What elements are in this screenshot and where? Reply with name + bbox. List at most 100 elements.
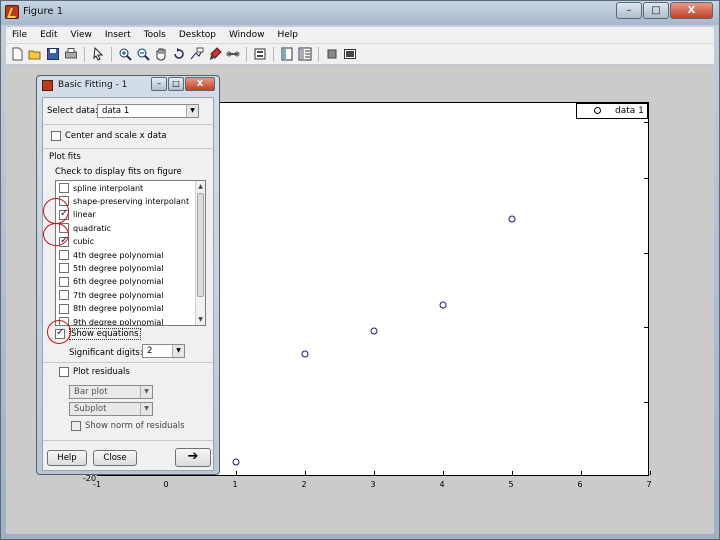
insert-colorbar-icon[interactable] bbox=[253, 47, 267, 61]
fit-option-label: 6th degree polynomial bbox=[73, 277, 164, 287]
legend[interactable]: data 1 bbox=[576, 103, 648, 119]
new-file-icon[interactable] bbox=[10, 47, 24, 61]
open-folder-icon[interactable] bbox=[28, 47, 42, 61]
next-arrow-button[interactable]: ➔ bbox=[175, 448, 211, 467]
menu-insert[interactable]: Insert bbox=[105, 30, 131, 40]
highlight-circle-show-equations bbox=[47, 320, 71, 344]
fit-option-row[interactable]: shape-preserving interpolant bbox=[59, 196, 189, 207]
fit-option-row[interactable]: 6th degree polynomial bbox=[59, 276, 164, 287]
select-data-dropdown[interactable]: data 1 ▼ bbox=[97, 104, 199, 118]
fit-option-row[interactable]: 7th degree polynomial bbox=[59, 290, 164, 301]
menu-edit[interactable]: Edit bbox=[40, 30, 57, 40]
fit-option-checkbox[interactable] bbox=[59, 290, 69, 301]
dialog-title-bar[interactable]: Basic Fitting - 1 – □ X bbox=[37, 76, 219, 95]
y-tick-mark bbox=[644, 327, 648, 329]
pointer-icon[interactable] bbox=[91, 46, 105, 61]
dialog-minimize-button[interactable]: – bbox=[151, 77, 167, 91]
center-scale-checkbox[interactable] bbox=[51, 131, 61, 141]
y-tick-mark bbox=[644, 252, 648, 254]
zoom-in-icon[interactable] bbox=[118, 47, 132, 61]
fit-option-label: 7th degree polynomial bbox=[73, 290, 164, 300]
data-point[interactable] bbox=[232, 458, 240, 466]
fit-option-label: spline interpolant bbox=[73, 183, 144, 193]
help-button[interactable]: Help bbox=[47, 450, 87, 466]
print-icon[interactable] bbox=[64, 47, 78, 61]
significant-digits-dropdown[interactable]: 2 ▼ bbox=[142, 344, 185, 358]
menu-tools[interactable]: Tools bbox=[144, 30, 166, 40]
show-norm-checkbox[interactable] bbox=[71, 421, 81, 431]
show-norm-label: Show norm of residuals bbox=[85, 421, 185, 431]
menu-window[interactable]: Window bbox=[229, 30, 265, 40]
fit-option-row[interactable]: spline interpolant bbox=[59, 183, 143, 193]
x-tick-mark bbox=[305, 471, 306, 475]
show-norm-row[interactable]: Show norm of residuals bbox=[71, 421, 185, 431]
link-icon[interactable] bbox=[226, 47, 240, 61]
fit-option-label: 8th degree polynomial bbox=[73, 304, 164, 314]
pan-hand-icon[interactable] bbox=[154, 47, 168, 61]
scroll-down-icon[interactable]: ▼ bbox=[196, 315, 205, 324]
dialog-title: Basic Fitting - 1 bbox=[58, 80, 128, 90]
menu-help[interactable]: Help bbox=[277, 30, 298, 40]
menu-desktop[interactable]: Desktop bbox=[179, 30, 216, 40]
fit-option-row[interactable]: 8th degree polynomial bbox=[59, 303, 164, 314]
center-scale-label: Center and scale x data bbox=[65, 131, 167, 141]
zoom-out-icon[interactable] bbox=[136, 47, 150, 61]
save-icon[interactable] bbox=[46, 47, 60, 61]
figure-maximize-button[interactable]: □ bbox=[643, 2, 669, 19]
menu-view[interactable]: View bbox=[71, 30, 92, 40]
residual-plot-type-dropdown[interactable]: Bar plot ▼ bbox=[69, 385, 153, 399]
figure-minimize-button[interactable]: – bbox=[616, 2, 642, 19]
fit-option-label: cubic bbox=[73, 237, 95, 247]
fit-option-row[interactable]: 9th degree polynomial bbox=[59, 317, 164, 326]
center-scale-row[interactable]: Center and scale x data bbox=[51, 131, 167, 141]
chevron-down-icon: ▼ bbox=[140, 386, 152, 398]
fit-option-checkbox[interactable] bbox=[59, 303, 69, 314]
fits-scrollbar[interactable]: ▲ ▼ bbox=[195, 181, 205, 325]
data-point[interactable] bbox=[301, 350, 309, 358]
brush-icon[interactable] bbox=[208, 47, 222, 61]
plot-residuals-row[interactable]: Plot residuals bbox=[59, 367, 130, 377]
menu-file[interactable]: File bbox=[12, 30, 27, 40]
toolbar-separator bbox=[318, 46, 319, 62]
chevron-down-icon: ▼ bbox=[140, 403, 152, 415]
rotate-icon[interactable] bbox=[172, 47, 186, 61]
toolbar-separator bbox=[84, 46, 85, 62]
residual-plot-type-value: Bar plot bbox=[74, 387, 108, 397]
scroll-up-icon[interactable]: ▲ bbox=[196, 182, 205, 191]
figure-close-button[interactable]: X bbox=[670, 2, 713, 19]
show-plot-tools-icon[interactable] bbox=[325, 47, 339, 61]
residual-location-dropdown[interactable]: Subplot ▼ bbox=[69, 402, 153, 416]
data-point[interactable] bbox=[508, 215, 516, 223]
fit-option-checkbox[interactable] bbox=[59, 183, 69, 193]
figure-title-bar[interactable]: Figure 1 – □ X bbox=[1, 1, 719, 25]
dialog-body: Select data: data 1 ▼ Center and scale x… bbox=[42, 97, 214, 471]
data-cursor-icon[interactable] bbox=[190, 47, 204, 61]
dialog-maximize-button[interactable]: □ bbox=[168, 77, 184, 91]
y-axis-min-label: -20 bbox=[83, 474, 97, 483]
fit-option-row[interactable]: 5th degree polynomial bbox=[59, 263, 164, 274]
scroll-thumb[interactable] bbox=[197, 193, 204, 297]
y-tick-mark bbox=[644, 121, 648, 123]
x-tick-mark bbox=[443, 471, 444, 475]
fit-option-label: 5th degree polynomial bbox=[73, 263, 164, 273]
divider bbox=[43, 124, 213, 125]
fits-listbox[interactable]: spline interpolant shape-preserving inter… bbox=[55, 180, 206, 326]
dialog-close-button[interactable]: X bbox=[185, 77, 215, 91]
close-button[interactable]: Close bbox=[93, 450, 137, 466]
data-point[interactable] bbox=[439, 301, 447, 309]
plot-residuals-checkbox[interactable] bbox=[59, 367, 69, 377]
x-tick-mark bbox=[512, 471, 513, 475]
x-tick-label: 3 bbox=[370, 480, 376, 489]
x-tick-label: 7 bbox=[646, 480, 652, 489]
basic-fitting-dialog: Basic Fitting - 1 – □ X Select data: dat… bbox=[36, 75, 220, 475]
figure-title: Figure 1 bbox=[23, 6, 64, 17]
data-point[interactable] bbox=[370, 327, 378, 335]
fit-option-row[interactable]: 4th degree polynomial bbox=[59, 250, 163, 260]
fit-option-label: 9th degree polynomial bbox=[73, 317, 164, 326]
fit-option-checkbox[interactable] bbox=[59, 276, 69, 287]
fit-option-checkbox[interactable] bbox=[59, 250, 69, 260]
insert-legend-icon[interactable] bbox=[280, 47, 294, 61]
fit-option-checkbox[interactable] bbox=[59, 263, 69, 274]
dock-figure-icon[interactable] bbox=[343, 47, 357, 61]
hide-plot-tools-icon[interactable] bbox=[298, 47, 312, 61]
